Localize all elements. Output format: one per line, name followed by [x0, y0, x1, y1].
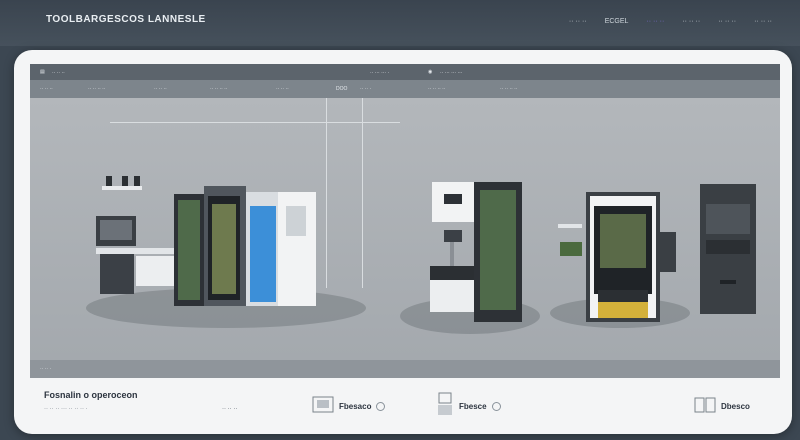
- toolbar-left-label[interactable]: ·· ·· ··: [52, 70, 65, 76]
- tower-cabinet-illustration: [700, 184, 756, 314]
- top-nav: ·· ·· ·· ECGEL ·· ·· ·· ·· ·· ·· ·· ·· ·…: [569, 18, 772, 25]
- bottom-info: Fosnalin o operoceon ·· ·· ·· ··· ·· ·· …: [14, 378, 792, 434]
- top-nav-item[interactable]: ·· ·· ··: [569, 18, 587, 25]
- subtoolbar-item[interactable]: ·· ·· ·· ··: [210, 86, 228, 92]
- settings-icon[interactable]: ◉: [428, 69, 432, 75]
- toolbar-center-label[interactable]: ·· ··· ··· ·: [370, 70, 389, 76]
- server-cabinet-illustration: [558, 192, 676, 322]
- info-icon[interactable]: [491, 402, 501, 411]
- subtoolbar-item[interactable]: ·· ·· ·· ··: [428, 86, 446, 92]
- subtoolbar-item[interactable]: ·· ·· ·· ··: [500, 86, 518, 92]
- feature-label: Dbesco: [721, 402, 750, 411]
- product-stage: [30, 98, 780, 378]
- toolbar-menu-icon[interactable]: ▤: [40, 69, 45, 75]
- preview-toolbar: ▤ ·· ·· ·· ·· ··· ··· · ◉ ·· ··· ··· ···: [30, 64, 780, 80]
- guide-line: [362, 98, 363, 288]
- subtoolbar-item[interactable]: ·· ·· ··: [276, 86, 289, 92]
- section-subtitle: ·· ·· ·· ··· ·· ·· ·· ·: [44, 406, 88, 412]
- toolbar-right-label[interactable]: ·· ··· ··· ···: [440, 70, 462, 76]
- kiosk-illustration: [430, 182, 522, 322]
- preview-subtoolbar: ·· ·· ·· ·· ·· ·· ·· ·· ·· ·· ·· ·· ·· ·…: [30, 80, 780, 98]
- footer-bar-label[interactable]: ·· ·· ·: [40, 366, 51, 372]
- feature-label: Fbesce: [459, 402, 487, 411]
- top-nav-item[interactable]: ·· ·· ··: [754, 18, 772, 25]
- top-nav-item[interactable]: ·· ·· ··: [718, 18, 736, 25]
- top-nav-item[interactable]: ·· ·· ··: [646, 18, 664, 25]
- subtoolbar-item[interactable]: DOO: [336, 86, 347, 92]
- subtoolbar-item[interactable]: ·· ·· ··: [154, 86, 167, 92]
- top-nav-item[interactable]: ECGEL: [605, 18, 629, 25]
- top-nav-item[interactable]: ·· ·· ··: [682, 18, 700, 25]
- cabinet-icon: [312, 394, 334, 419]
- brand-title: TOOLBARGESCOS LANNESLE: [46, 14, 206, 25]
- subtoolbar-item[interactable]: ·· ·· ·· ··: [88, 86, 106, 92]
- server-rack-icon: [694, 394, 716, 419]
- preview-footer-bar: ·· ·· ·: [30, 360, 780, 378]
- subtoolbar-item[interactable]: ·· ·· ·: [360, 86, 371, 92]
- section-title: Fosnalin o operoceon: [44, 390, 138, 400]
- kiosk-icon: [436, 392, 454, 421]
- subtoolbar-item[interactable]: ·· ·· ··: [40, 86, 53, 92]
- top-header: TOOLBARGESCOS LANNESLE ·· ·· ·· ECGEL ··…: [0, 0, 800, 46]
- info-icon[interactable]: [376, 402, 386, 411]
- feature-item[interactable]: Fbesce: [436, 392, 501, 421]
- more-link[interactable]: ·· ·· ··: [222, 406, 237, 412]
- feature-label: Fbesaco: [339, 402, 372, 411]
- feature-item[interactable]: Fbesaco: [312, 394, 386, 419]
- preview-panel: ▤ ·· ·· ·· ·· ··· ··· · ◉ ·· ··· ··· ···…: [30, 64, 780, 378]
- feature-item[interactable]: Dbesco: [694, 394, 750, 419]
- cabinet-group-illustration: [96, 176, 316, 306]
- guide-line: [110, 122, 400, 123]
